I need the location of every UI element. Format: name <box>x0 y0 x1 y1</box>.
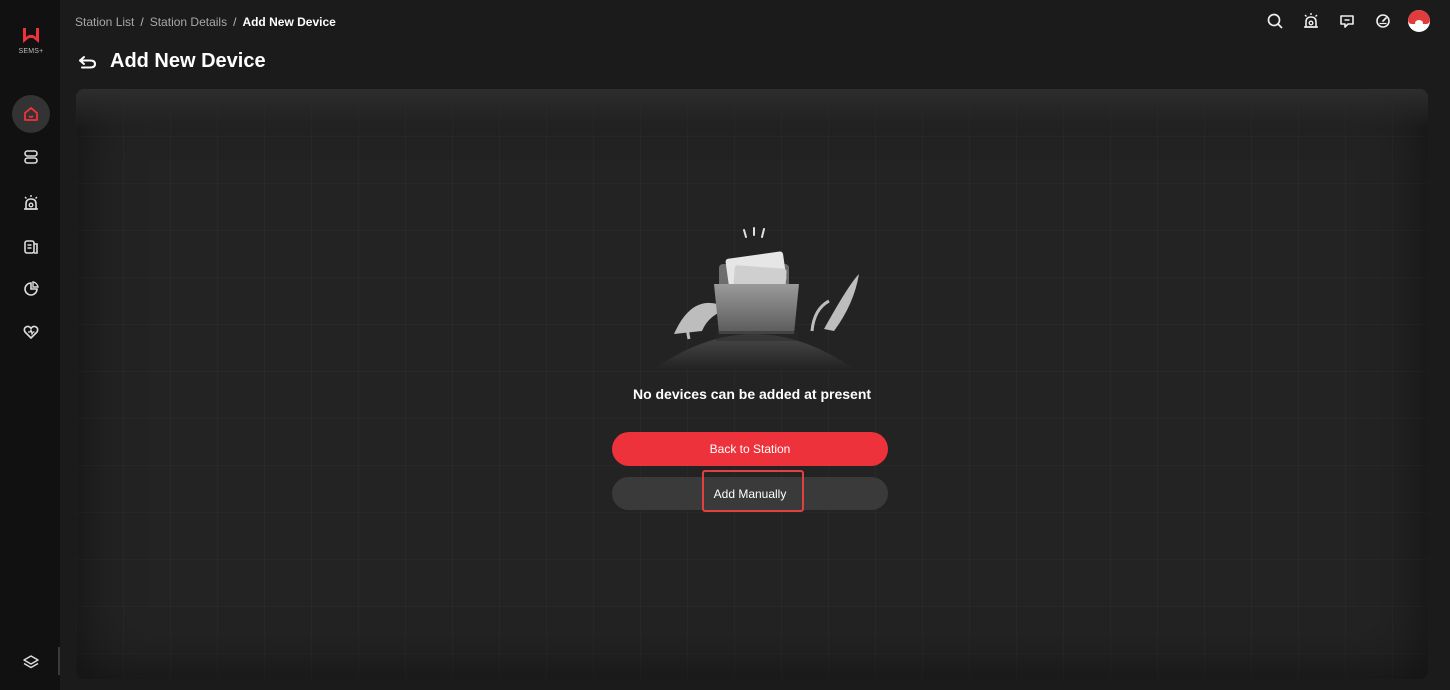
main-area: Station List / Station Details / Add New Dev… <box>60 0 1450 690</box>
analytics-icon <box>24 281 39 296</box>
breadcrumb-current: Add New Device <box>242 14 336 29</box>
speed-icon <box>1376 14 1390 28</box>
layers-icon <box>23 655 39 669</box>
sidebar-item-analytics[interactable] <box>12 270 50 308</box>
page-header: Add New Device <box>78 50 266 73</box>
sidebar-item-alarms[interactable] <box>12 184 50 222</box>
add-manually-button[interactable]: Add Manually <box>612 477 888 510</box>
breadcrumb-station-details[interactable]: Station Details <box>150 15 227 29</box>
message-icon <box>1340 15 1354 28</box>
panel-top-gradient <box>76 89 1428 129</box>
breadcrumb-station-list[interactable]: Station List <box>75 15 134 29</box>
sidebar-layers-button[interactable] <box>12 643 50 681</box>
content-panel: No devices can be added at present Back … <box>76 89 1428 679</box>
breadcrumb-separator: / <box>233 14 237 29</box>
message-button[interactable] <box>1336 10 1358 32</box>
alarm-button[interactable] <box>1300 10 1322 32</box>
back-to-station-button[interactable]: Back to Station <box>612 432 888 466</box>
search-button[interactable] <box>1264 10 1286 32</box>
empty-state-message: No devices can be added at present <box>632 386 872 402</box>
header-toolbar <box>1264 10 1430 32</box>
favorites-icon <box>23 325 39 339</box>
back-to-station-label: Back to Station <box>709 442 791 456</box>
sidebar-item-home[interactable] <box>12 95 50 133</box>
page-title: Add New Device <box>110 50 266 72</box>
sidebar-item-devices[interactable] <box>12 138 50 176</box>
home-icon <box>24 107 38 121</box>
avatar <box>1408 10 1430 32</box>
breadcrumb: Station List / Station Details / Add New Dev… <box>75 14 336 29</box>
logo-mark-icon <box>23 28 39 43</box>
brand-label: SEMS+ <box>18 48 44 55</box>
device-list-icon <box>24 150 38 164</box>
sidebar-item-favorites[interactable] <box>12 313 50 351</box>
add-manually-label: Add Manually <box>713 486 787 501</box>
logo[interactable]: SEMS+ <box>14 26 48 55</box>
sidebar-item-reports[interactable] <box>12 228 50 266</box>
alarm-icon <box>24 195 38 210</box>
back-arrow-icon[interactable] <box>78 54 98 70</box>
report-icon <box>24 240 38 254</box>
sidebar: SEMS+ <box>0 0 66 690</box>
breadcrumb-separator: / <box>140 14 144 29</box>
speed-button[interactable] <box>1372 10 1394 32</box>
alarm-icon <box>1304 13 1318 28</box>
user-menu[interactable] <box>1408 10 1430 32</box>
search-icon <box>1267 13 1283 29</box>
empty-folder-illustration-icon <box>654 227 859 369</box>
